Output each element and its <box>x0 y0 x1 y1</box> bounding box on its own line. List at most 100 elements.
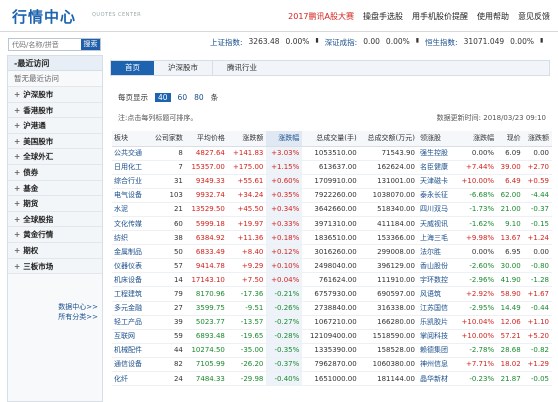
table-row[interactable]: 通信设备 82 7105.99 -26.20 -0.37% 7962870.00 10603… <box>112 357 552 373</box>
leading-stock-cell[interactable]: 香山股份 <box>417 258 457 274</box>
table-row[interactable]: 电气设备 103 9932.74 +34.24 +0.35% 7922260.00 1038… <box>112 188 552 203</box>
table-row[interactable]: 文化传媒 60 5999.18 +19.97 +0.33% 3971310.00 41118… <box>112 216 552 232</box>
table-row[interactable]: 互联网 59 6893.48 -19.65 -0.28% 12109400.00 15185… <box>112 329 552 344</box>
leading-stock-cell[interactable]: 天津磁卡 <box>417 174 457 189</box>
sidebar-item[interactable]: + 期权 <box>8 242 102 259</box>
page-size-option[interactable]: 60 <box>178 93 188 102</box>
col-company-count[interactable]: 公司家数 <box>150 131 186 147</box>
col-leader-change[interactable]: 涨跌额 <box>523 131 552 147</box>
leading-stock-cell[interactable]: 强生控股 <box>417 146 457 161</box>
sector-name-cell[interactable]: 水泥 <box>112 202 151 217</box>
table-row[interactable]: 机械配件 44 10274.50 -35.00 -0.35% 1335390.00 1585… <box>112 343 552 358</box>
index-label[interactable]: 上证指数: <box>210 37 243 48</box>
table-row[interactable]: 工程建筑 79 8170.96 -17.36 -0.21% 6757930.00 69059… <box>112 286 552 302</box>
leading-stock-cell[interactable]: 赖德集团 <box>417 343 457 358</box>
col-change-pct[interactable]: 涨跌幅 <box>266 131 303 147</box>
logo[interactable]: 行情中心 <box>12 6 76 27</box>
leading-stock-cell[interactable]: 乐凯胶片 <box>417 315 457 330</box>
leading-stock-cell[interactable]: 风语筑 <box>417 286 457 302</box>
col-leader-change-pct[interactable]: 涨跌幅 <box>456 131 498 147</box>
sidebar-item[interactable]: + 黄金行情 <box>8 227 102 243</box>
col-change[interactable]: 涨跌额 <box>227 131 267 147</box>
sector-name-cell[interactable]: 化纤 <box>112 371 151 387</box>
col-avg-price[interactable]: 平均价格 <box>185 131 228 147</box>
contest-link[interactable]: 2017鹏讯A股大赛 <box>288 11 354 22</box>
sector-name-cell[interactable]: 轻工产品 <box>112 315 151 330</box>
table-row[interactable]: 轻工产品 39 5023.77 -13.57 -0.27% 1067210.00 16628… <box>112 315 552 330</box>
avg-price-cell: 13529.50 <box>185 202 228 217</box>
leading-stock-cell[interactable]: 名臣健康 <box>417 160 457 175</box>
sector-name-cell[interactable]: 通信设备 <box>112 357 151 373</box>
sidebar-item[interactable]: + 三板市场 <box>8 258 102 275</box>
sector-name-cell[interactable]: 仪器仪表 <box>112 258 151 274</box>
col-sector[interactable]: 板块 <box>112 131 151 147</box>
tab-tencent-industry[interactable]: 腾讯行业 <box>213 61 271 75</box>
sector-name-cell[interactable]: 机床设备 <box>112 272 151 288</box>
help-link[interactable]: 使用帮助 <box>477 11 509 22</box>
col-volume[interactable]: 总成交量(手) <box>302 131 360 147</box>
avg-price-cell: 6833.49 <box>185 244 228 260</box>
page-size-option[interactable]: 80 <box>194 93 204 102</box>
col-leader-price[interactable]: 现价 <box>497 131 524 147</box>
table-row[interactable]: 公共交通 8 4827.64 +141.83 +3.03% 1053510.00 71543… <box>112 146 552 161</box>
tab-home[interactable]: 首页 <box>111 61 154 75</box>
leading-stock-cell[interactable]: 天威视讯 <box>417 216 457 232</box>
sidebar-item[interactable]: + 债券 <box>8 164 102 181</box>
index-label[interactable]: 深证成指: <box>325 37 358 48</box>
mobile-alert-link[interactable]: 用手机股价提醒 <box>412 11 468 22</box>
sector-name-cell[interactable]: 多元金融 <box>112 301 151 316</box>
sector-name-cell[interactable]: 金属制品 <box>112 244 151 260</box>
table-row[interactable]: 日用化工 7 15357.00 +175.00 +1.15% 613637.00 16262… <box>112 160 552 175</box>
search-button[interactable]: 搜索 <box>81 39 100 50</box>
leading-stock-cell[interactable]: 江苏国信 <box>417 301 457 316</box>
table-row[interactable]: 水泥 21 13529.50 +45.50 +0.34% 3642660.00 518340… <box>112 202 552 217</box>
stock-picker-link[interactable]: 操盘手选股 <box>363 11 403 22</box>
data-center-link[interactable]: 数据中心>> <box>58 302 98 312</box>
leading-stock-cell[interactable]: 四川双马 <box>417 202 457 217</box>
leading-stock-cell[interactable]: 晶华新材 <box>417 371 457 387</box>
page-size-option[interactable]: 40 <box>155 93 171 102</box>
table-row[interactable]: 多元金融 27 3599.75 -9.51 -0.26% 2738840.00 316338… <box>112 301 552 316</box>
sidebar-item[interactable]: + 全球股指 <box>8 211 102 228</box>
sector-name-cell[interactable]: 公共交通 <box>112 146 151 161</box>
table-row[interactable]: 综合行业 31 9349.33 +55.61 +0.60% 1709910.00 13100… <box>112 174 552 189</box>
sector-name-cell[interactable]: 日用化工 <box>112 160 151 175</box>
sector-name-cell[interactable]: 综合行业 <box>112 174 151 189</box>
table-row[interactable]: 纺织 38 6384.92 +11.36 +0.18% 1836510.00 153366.… <box>112 230 552 246</box>
table-row[interactable]: 仪器仪表 57 9414.78 +9.29 +0.10% 2498040.00 396129… <box>112 258 552 274</box>
sector-name-cell[interactable]: 文化传媒 <box>112 216 151 232</box>
leading-stock-cell[interactable]: 宇环数控 <box>417 272 457 288</box>
index-label[interactable]: 恒生指数: <box>425 37 458 48</box>
leading-stock-cell[interactable]: 神州信息 <box>417 357 457 373</box>
sidebar-item[interactable]: + 香港股市 <box>8 102 102 119</box>
table-row[interactable]: 机床设备 14 17143.10 +7.50 +0.04% 761624.00 111910… <box>112 272 552 288</box>
sidebar-recent-heading[interactable]: -最近访问 <box>8 56 102 71</box>
leading-stock-cell[interactable]: 上海三毛 <box>417 230 457 246</box>
sidebar-item[interactable]: + 沪深股市 <box>8 87 102 103</box>
sidebar-item[interactable]: + 期货 <box>8 196 102 212</box>
sidebar-item[interactable]: + 美国股市 <box>8 133 102 150</box>
col-turnover[interactable]: 总成交额(万元) <box>359 131 418 147</box>
sector-name-cell[interactable]: 互联网 <box>112 329 151 344</box>
leading-stock-cell[interactable]: 掌阅科技 <box>417 329 457 344</box>
sidebar-item[interactable]: + 全球外汇 <box>8 149 102 165</box>
table-row[interactable]: 化纤 24 7484.33 -29.98 -0.40% 1651000.00 181144.… <box>112 371 552 387</box>
leading-stock-cell[interactable]: 法尔胜 <box>417 244 457 260</box>
col-leading-stock[interactable]: 领涨股 <box>417 131 457 147</box>
sidebar-item[interactable]: + 沪港通 <box>8 118 102 134</box>
sidebar-item[interactable]: + 基金 <box>8 180 102 197</box>
change-pct-cell: -0.40% <box>266 371 303 387</box>
volume-cell: 1053510.00 <box>302 146 360 161</box>
leader-price-cell: 6.95 <box>497 244 524 260</box>
sector-name-cell[interactable]: 电气设备 <box>112 188 151 203</box>
all-categories-link[interactable]: 所有分类>> <box>58 312 98 322</box>
sector-name-cell[interactable]: 机械配件 <box>112 343 151 358</box>
sector-name-cell[interactable]: 工程建筑 <box>112 286 151 302</box>
avg-price-cell: 10274.50 <box>185 343 228 358</box>
table-row[interactable]: 金属制品 50 6833.49 +8.40 +0.12% 3016260.00 299008… <box>112 244 552 260</box>
search-input[interactable] <box>9 39 81 50</box>
leading-stock-cell[interactable]: 泰永长征 <box>417 188 457 203</box>
sector-name-cell[interactable]: 纺织 <box>112 230 151 246</box>
tab-shsz-market[interactable]: 沪深股市 <box>154 61 213 75</box>
feedback-link[interactable]: 意见反馈 <box>518 11 550 22</box>
